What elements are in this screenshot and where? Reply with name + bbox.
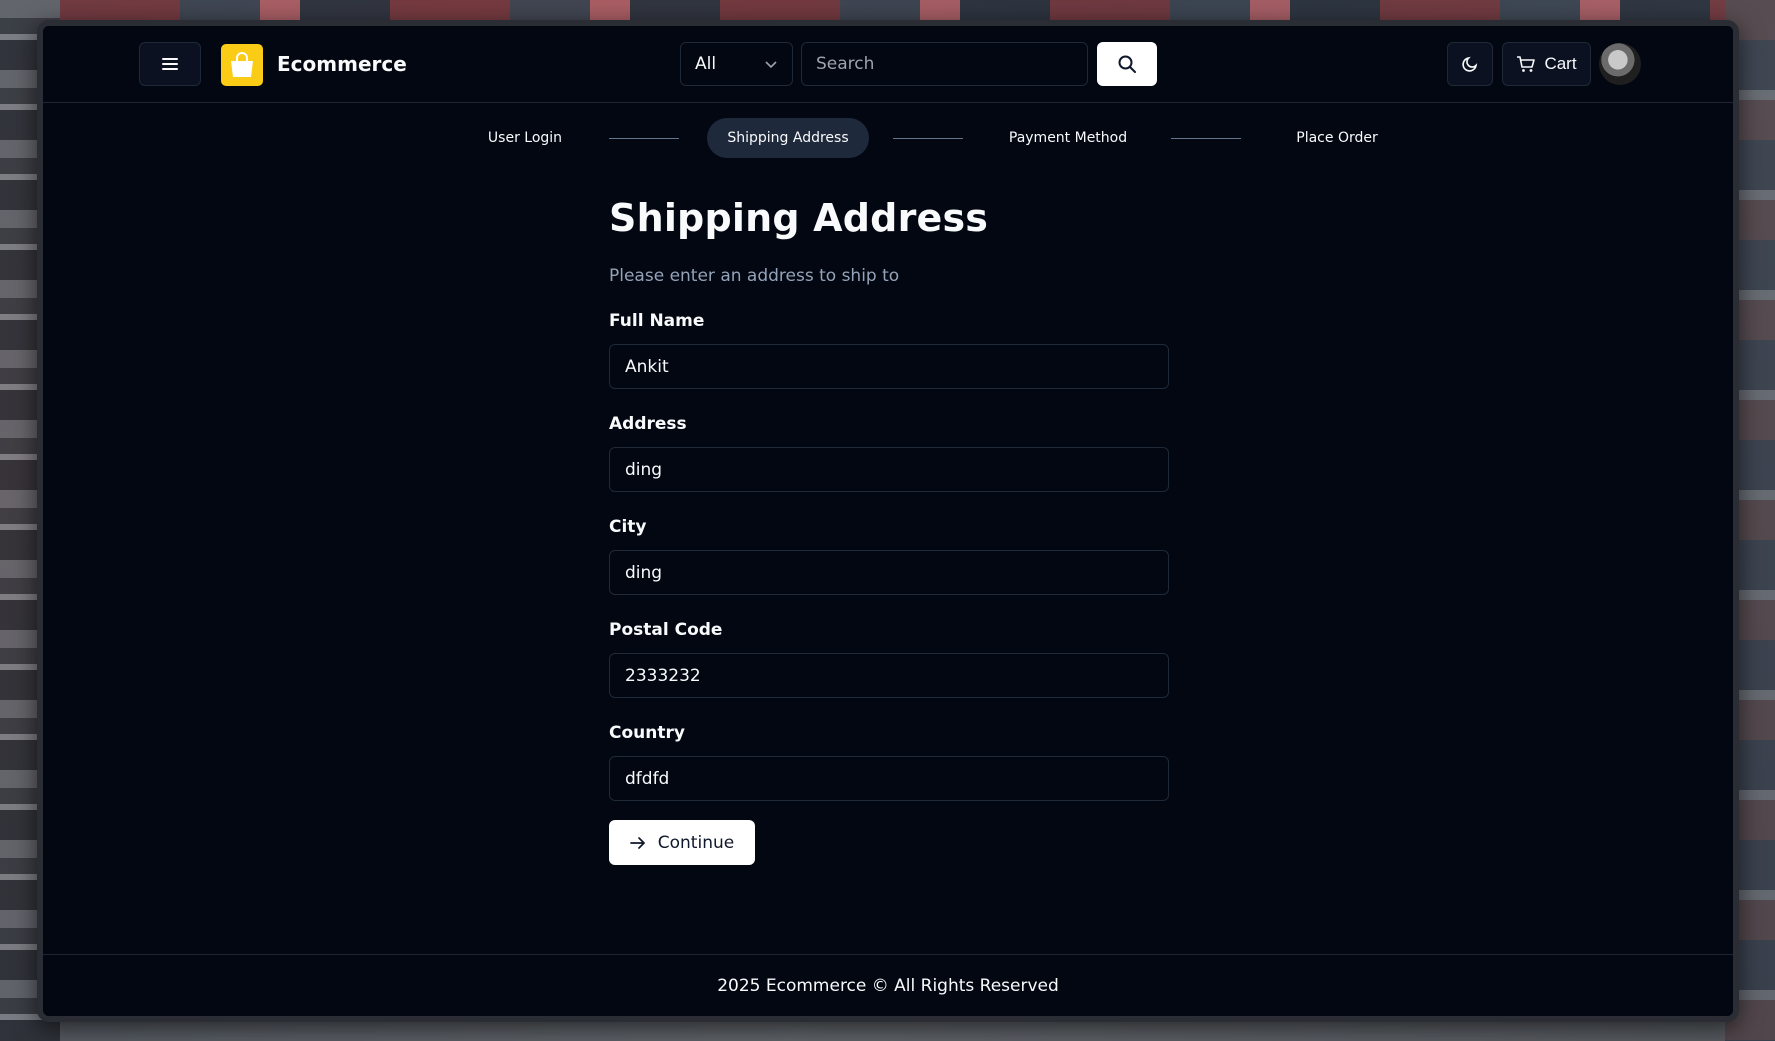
user-avatar[interactable] [1599, 43, 1641, 85]
step-divider [1171, 138, 1241, 139]
city-label: City [609, 517, 647, 537]
cart-button[interactable]: Cart [1502, 42, 1591, 86]
field-country: Country [609, 723, 1169, 801]
category-select[interactable]: All [680, 42, 793, 86]
full-name-label: Full Name [609, 311, 705, 331]
step-shipping-address[interactable]: Shipping Address [707, 118, 869, 158]
postal-code-input[interactable] [609, 653, 1169, 698]
shopping-bag-icon [231, 52, 253, 77]
page-title: Shipping Address [609, 196, 989, 240]
moon-icon [1462, 56, 1478, 72]
step-user-login[interactable]: User Login [455, 118, 595, 158]
address-label: Address [609, 414, 687, 434]
footer: 2025 Ecommerce © All Rights Reserved [43, 954, 1733, 1016]
menu-icon [162, 58, 178, 70]
city-input[interactable] [609, 550, 1169, 595]
search-button[interactable] [1097, 42, 1157, 86]
step-place-order[interactable]: Place Order [1267, 118, 1407, 158]
field-address: Address [609, 414, 1169, 492]
arrow-right-icon [629, 836, 645, 849]
logo[interactable] [221, 44, 263, 86]
shipping-address-form: Shipping Address Please enter an address… [609, 196, 1169, 865]
field-full-name: Full Name [609, 311, 1169, 389]
theme-toggle-button[interactable] [1447, 42, 1493, 86]
checkout-steps: User Login Shipping Address Payment Meth… [43, 118, 1733, 158]
search-input[interactable] [801, 42, 1088, 86]
cart-icon [1517, 56, 1536, 72]
step-payment-method[interactable]: Payment Method [983, 118, 1153, 158]
menu-button[interactable] [139, 42, 201, 86]
step-divider [609, 138, 679, 139]
step-divider [893, 138, 963, 139]
continue-button[interactable]: Continue [609, 820, 755, 865]
cart-label: Cart [1544, 54, 1577, 73]
field-city: City [609, 517, 1169, 595]
postal-code-label: Postal Code [609, 620, 723, 640]
full-name-input[interactable] [609, 344, 1169, 389]
browser-window: Ecommerce All Search Cart User Login Shi… [37, 20, 1739, 1022]
field-postal-code: Postal Code [609, 620, 1169, 698]
address-input[interactable] [609, 447, 1169, 492]
country-input[interactable] [609, 756, 1169, 801]
country-label: Country [609, 723, 685, 743]
continue-label: Continue [657, 832, 735, 853]
top-navbar: Ecommerce All Search Cart [43, 26, 1733, 103]
page-subtitle: Please enter an address to ship to [609, 266, 900, 286]
brand-name[interactable]: Ecommerce [277, 52, 407, 76]
app: Ecommerce All Search Cart User Login Shi… [43, 26, 1733, 1016]
category-selected-value: All [695, 54, 717, 74]
footer-copyright: 2025 Ecommerce © All Rights Reserved [717, 975, 1059, 996]
chevron-down-icon [765, 61, 777, 69]
search-icon [1118, 55, 1136, 73]
